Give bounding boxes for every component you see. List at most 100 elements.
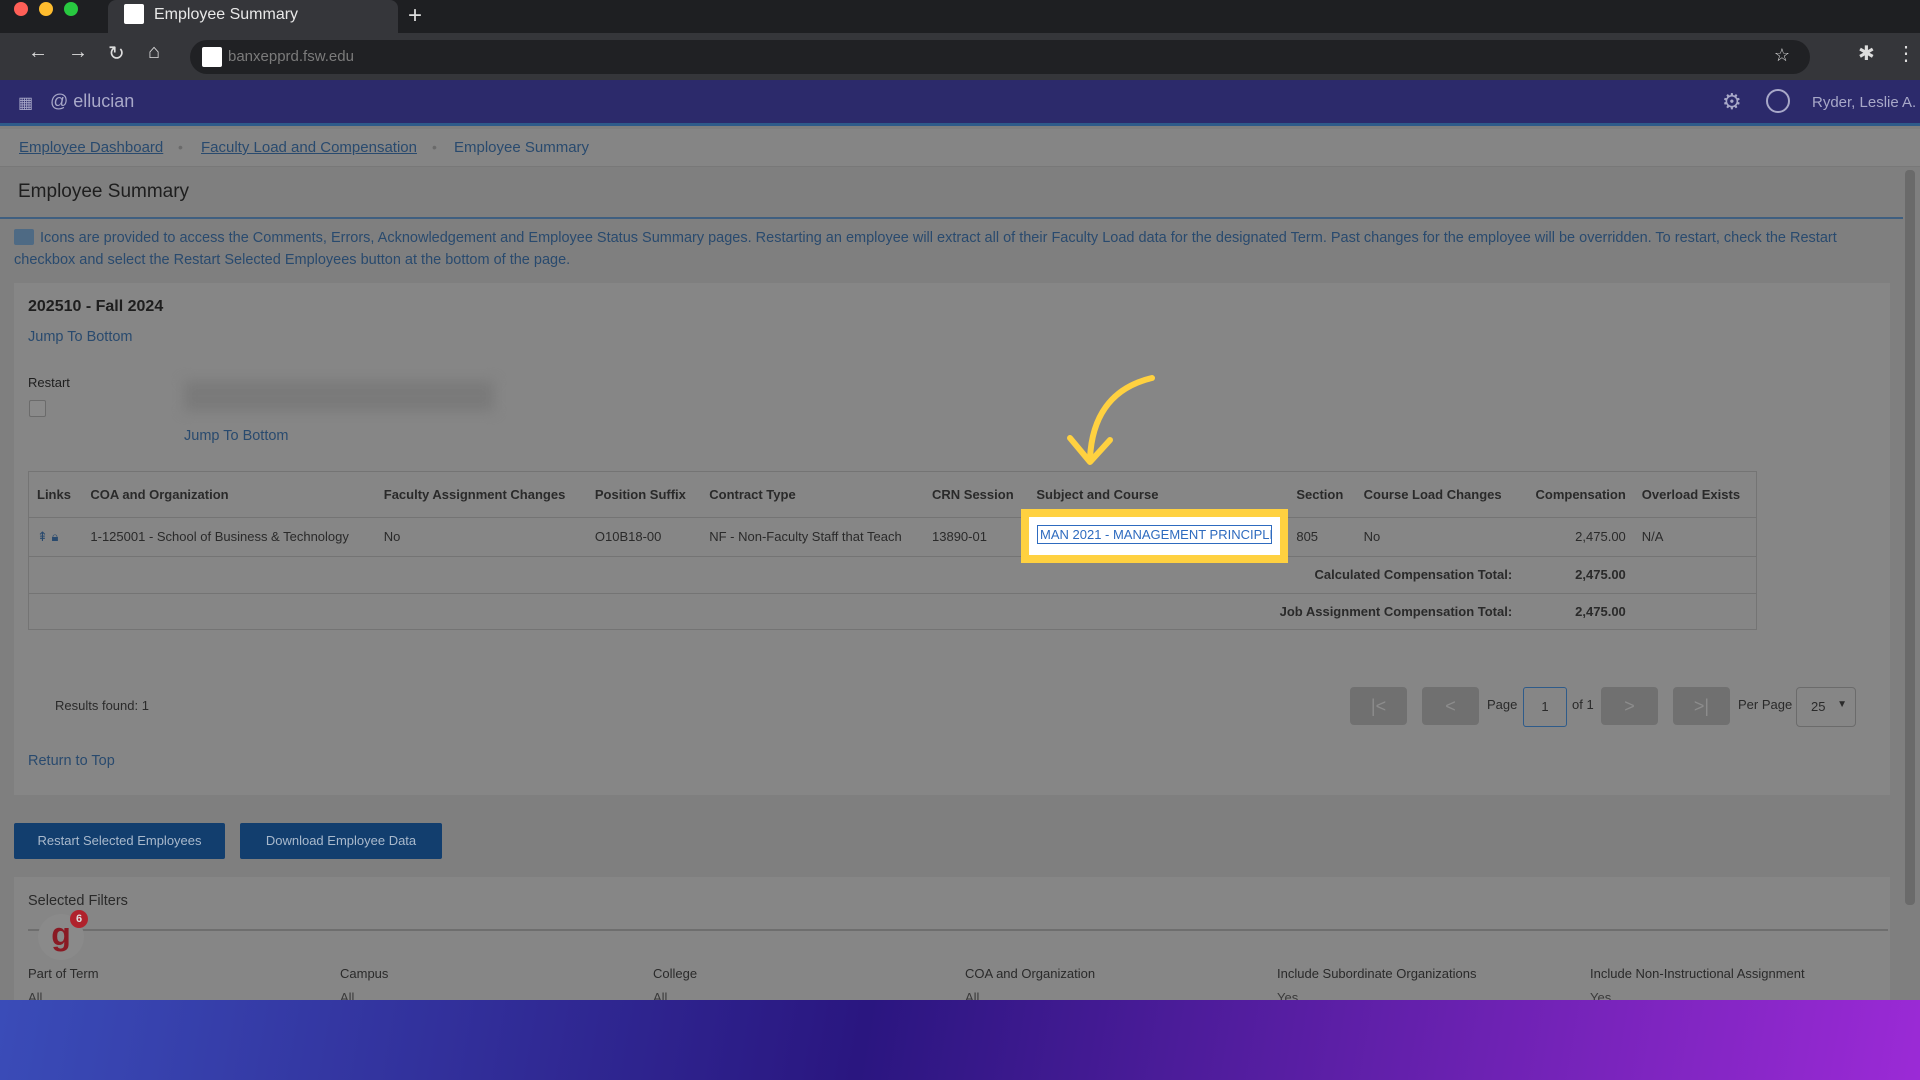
grid-icon[interactable]: ▦ xyxy=(18,93,33,113)
lock-icon[interactable]: 🔒︎ xyxy=(52,529,59,544)
forward-icon[interactable]: → xyxy=(68,41,88,64)
maximize-window-button[interactable] xyxy=(64,2,78,16)
filter-label: Include Non-Instructional Assignment xyxy=(1590,966,1805,981)
page-of: of 1 xyxy=(1572,697,1594,712)
filter-label: Include Subordinate Organizations xyxy=(1277,966,1477,981)
favicon-icon xyxy=(124,4,144,24)
cell-overload: N/A xyxy=(1641,529,1664,544)
cell-faculty-changes: No xyxy=(383,529,401,544)
job-total-value: 2,475.00 xyxy=(1575,603,1626,619)
user-icon[interactable] xyxy=(1766,89,1790,113)
filter-label: College xyxy=(653,966,698,981)
col-crn-session: CRN Session xyxy=(932,486,1014,502)
browser-toolbar: ← → ↻ ⌂ banxepprd.fsw.edu ☆ ✱ ⋮ xyxy=(0,33,1920,80)
next-page-button[interactable]: > xyxy=(1601,687,1658,725)
calc-total-label: Calculated Compensation Total: xyxy=(1314,567,1513,582)
jump-to-bottom-link[interactable]: Jump To Bottom xyxy=(28,329,133,345)
col-overload: Overload Exists xyxy=(1641,486,1741,502)
site-icon xyxy=(202,47,222,67)
col-compensation: Compensation xyxy=(1535,486,1626,502)
ellucian-logo[interactable]: @ ellucian xyxy=(50,91,134,112)
new-tab-button[interactable]: + xyxy=(408,2,422,30)
address-bar[interactable]: banxepprd.fsw.edu ☆ xyxy=(190,40,1810,74)
col-contract-type: Contract Type xyxy=(709,486,796,502)
prev-page-button[interactable]: < xyxy=(1422,687,1479,725)
filter-label: Part of Term xyxy=(28,966,99,981)
page-label: Page xyxy=(1487,697,1518,712)
employee-table: Links COA and Organization Faculty Assig… xyxy=(28,471,1757,630)
breadcrumb-faculty-load[interactable]: Faculty Load and Compensation xyxy=(201,139,417,156)
cell-section: 805 xyxy=(1296,529,1319,544)
job-total-label: Job Assignment Compensation Total: xyxy=(1279,603,1513,619)
filter-label: Campus xyxy=(340,966,389,981)
bookmark-star-icon[interactable]: ☆ xyxy=(1774,45,1790,66)
status-icon[interactable]: ⇞ xyxy=(37,529,48,544)
last-page-button[interactable]: >| xyxy=(1673,687,1730,725)
col-course-load-changes: Course Load Changes xyxy=(1363,486,1502,502)
filters-card: Selected Filters xyxy=(14,877,1890,1007)
cell-coa: 1-125001 - School of Business & Technolo… xyxy=(90,529,349,544)
title-divider xyxy=(0,217,1903,219)
home-icon[interactable]: ⌂ xyxy=(148,41,160,64)
col-faculty-changes: Faculty Assignment Changes xyxy=(383,486,566,502)
background-gradient-band xyxy=(0,1000,1920,1080)
breadcrumb: Employee Dashboard • Faculty Load and Co… xyxy=(0,129,1920,167)
download-data-button[interactable]: Download Employee Data xyxy=(240,823,442,859)
first-page-button[interactable]: |< xyxy=(1350,687,1407,725)
col-section: Section xyxy=(1296,486,1344,502)
arrow-annotation xyxy=(1067,375,1155,465)
cell-course-load-changes: No xyxy=(1363,529,1381,544)
cell-compensation: 2,475.00 xyxy=(1575,529,1626,544)
chevron-down-icon: ▼ xyxy=(1837,699,1847,710)
jump-to-bottom-link-2[interactable]: Jump To Bottom xyxy=(184,428,289,444)
employee-card: 202510 - Fall 2024 Jump To Bottom Restar… xyxy=(14,283,1890,795)
highlight-box: MAN 2021 - MANAGEMENT PRINCIPLES xyxy=(1021,509,1288,563)
col-position-suffix: Position Suffix xyxy=(594,486,686,502)
back-icon[interactable]: ← xyxy=(28,41,48,64)
cell-contract-type: NF - Non-Faculty Staff that Teach xyxy=(709,529,902,544)
tab-title: Employee Summary xyxy=(154,6,299,23)
browser-tab[interactable]: Employee Summary xyxy=(108,0,398,33)
comment-icon xyxy=(14,229,34,245)
restart-selected-button[interactable]: Restart Selected Employees xyxy=(14,823,225,859)
info-message: Icons are provided to access the Comment… xyxy=(14,230,1837,268)
breadcrumb-employee-dashboard[interactable]: Employee Dashboard xyxy=(19,139,163,156)
employee-name-blurred xyxy=(184,381,494,411)
return-to-top-link[interactable]: Return to Top xyxy=(28,753,115,769)
info-text: Icons are provided to access the Comment… xyxy=(14,227,1894,271)
page-input[interactable]: 1 xyxy=(1523,687,1567,727)
per-page-value: 25 xyxy=(1811,699,1826,714)
filters-title: Selected Filters xyxy=(28,893,128,909)
col-links: Links xyxy=(37,486,71,502)
logo-text: ellucian xyxy=(73,91,135,111)
table-row: ⇞ 🔒︎ 1-125001 - School of Business & Tec… xyxy=(29,517,1756,556)
browser-menu-icon[interactable]: ⋮ xyxy=(1896,41,1916,66)
results-count: Results found: 1 xyxy=(55,698,149,713)
calc-total-value: 2,475.00 xyxy=(1575,567,1626,582)
user-name[interactable]: Ryder, Leslie A. xyxy=(1812,94,1916,111)
arrow-shaft xyxy=(1087,375,1155,461)
reload-icon[interactable]: ↻ xyxy=(108,41,125,66)
filters-divider xyxy=(28,929,1888,931)
breadcrumb-current: Employee Summary xyxy=(454,139,590,156)
minimize-window-button[interactable] xyxy=(39,2,53,16)
grammarly-badge: 6 xyxy=(70,910,88,928)
subject-course-link[interactable]: MAN 2021 - MANAGEMENT PRINCIPLES xyxy=(1037,525,1272,544)
url-text: banxepprd.fsw.edu xyxy=(228,48,354,65)
term-title: 202510 - Fall 2024 xyxy=(28,298,164,315)
grammarly-icon[interactable]: g6 xyxy=(38,910,88,960)
close-window-button[interactable] xyxy=(14,2,28,16)
scrollbar-thumb[interactable] xyxy=(1905,170,1915,905)
extensions-icon[interactable]: ✱ xyxy=(1858,41,1875,66)
filter-label: COA and Organization xyxy=(965,966,1096,981)
cell-position-suffix: O10B18-00 xyxy=(594,529,662,544)
app-header: ▦ @ ellucian ⚙ Ryder, Leslie A. xyxy=(0,80,1920,126)
col-coa: COA and Organization xyxy=(90,486,229,502)
settings-icon[interactable]: ⚙ xyxy=(1722,89,1742,115)
per-page-label: Per Page xyxy=(1738,697,1793,712)
restart-label: Restart xyxy=(28,375,70,390)
restart-checkbox[interactable] xyxy=(29,400,46,417)
browser-tab-bar: Employee Summary + xyxy=(0,0,1920,33)
page-title: Employee Summary xyxy=(18,181,190,202)
per-page-select[interactable]: 25 ▼ xyxy=(1796,687,1856,727)
